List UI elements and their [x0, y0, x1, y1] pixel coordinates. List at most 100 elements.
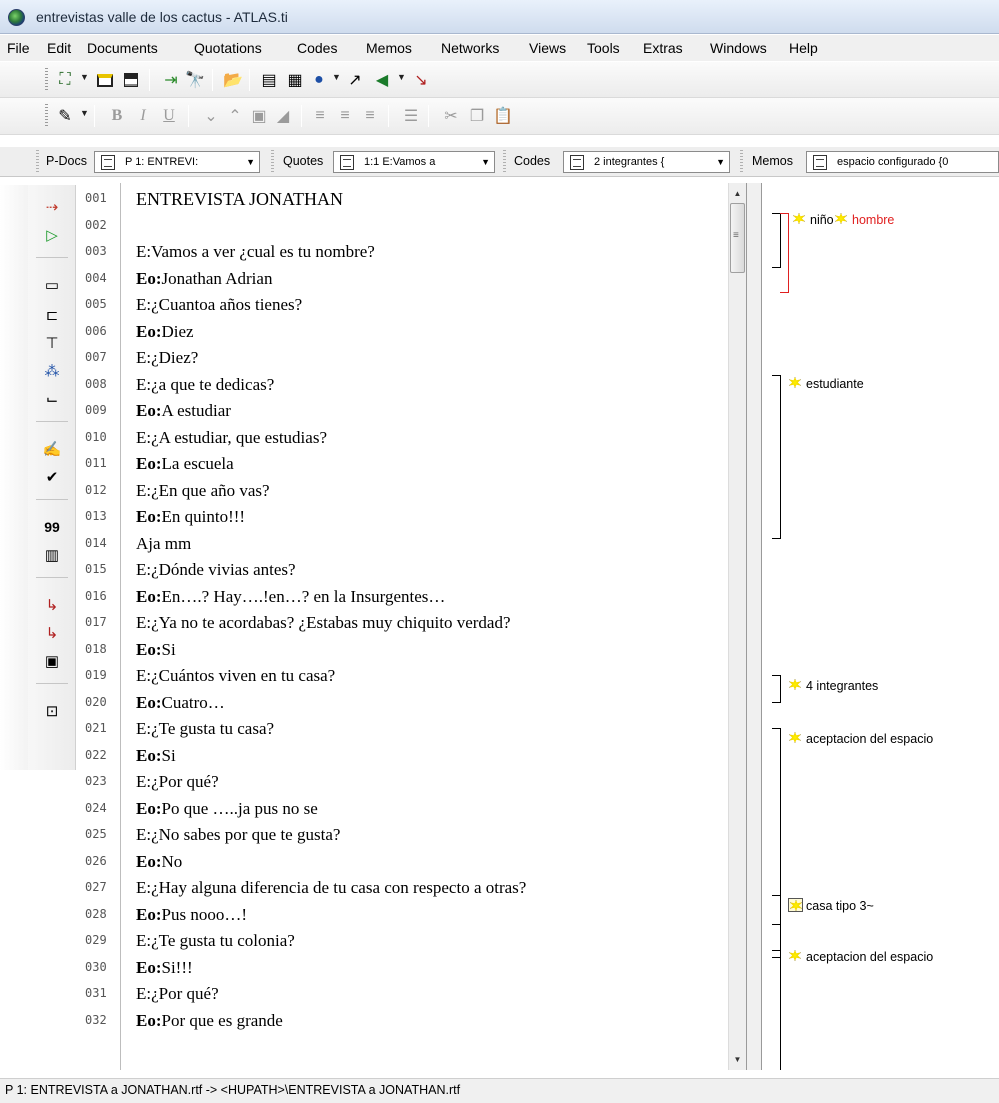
globe-dropdown-icon[interactable]: ▼	[332, 72, 341, 82]
italic-button[interactable]: I	[132, 105, 154, 127]
code-hombre[interactable]: hombre	[834, 212, 894, 227]
scroll-up-icon[interactable]: ▲	[729, 185, 746, 202]
menu-help[interactable]: Help	[789, 40, 818, 56]
paste-icon[interactable]: 📋	[492, 105, 514, 127]
new-hu-dropdown-icon[interactable]: ▼	[80, 72, 89, 82]
quotation-bracket[interactable]	[772, 675, 781, 703]
chevron-down-icon[interactable]: ⌄	[200, 105, 222, 127]
memos-dropdown[interactable]: espacio configurado {0	[806, 151, 999, 173]
document-line[interactable]: Eo:La escuela	[136, 454, 234, 474]
document-line[interactable]: E:¿Cuántos viven en tu casa?	[136, 666, 335, 686]
back-arrow-icon[interactable]: ◀	[371, 69, 393, 91]
menu-networks[interactable]: Networks	[441, 40, 499, 56]
code-nino[interactable]: niño	[792, 212, 834, 227]
code-list-icon[interactable]: ⊏	[42, 305, 62, 325]
chevron-up-icon[interactable]: ⌃	[224, 105, 246, 127]
menu-codes[interactable]: Codes	[297, 40, 337, 56]
document-line[interactable]: E:¿No sabes por que te gusta?	[136, 825, 340, 845]
code-aceptacion-del-espacio[interactable]: aceptacion del espacio	[788, 949, 933, 964]
document-line[interactable]: E:¿Dónde vivias antes?	[136, 560, 296, 580]
fit-icon[interactable]: ⊡	[42, 701, 62, 721]
code-4-integrantes[interactable]: 4 integrantes	[788, 678, 878, 693]
document-line[interactable]: Aja mm	[136, 534, 191, 554]
quotation-bracket[interactable]	[772, 375, 781, 539]
open-folder-icon[interactable]: 📂	[222, 69, 244, 91]
menu-documents[interactable]: Documents	[87, 40, 158, 56]
image-icon[interactable]: ▣	[248, 105, 270, 127]
document-line[interactable]: E:¿Diez?	[136, 348, 198, 368]
document-line[interactable]: E:¿a que te dedicas?	[136, 375, 274, 395]
unlink-code-icon[interactable]: ↳	[42, 623, 62, 643]
document-line[interactable]: Eo:Jonathan Adrian	[136, 269, 272, 289]
search-icon[interactable]: 🔭	[184, 69, 206, 91]
document-line[interactable]: E:Vamos a ver ¿cual es tu nombre?	[136, 242, 375, 262]
document-line[interactable]: Eo:Si	[136, 640, 176, 660]
menu-memos[interactable]: Memos	[366, 40, 412, 56]
pdocs-dropdown[interactable]: P 1: ENTREVI: ▼	[94, 151, 260, 173]
document-line[interactable]: E:¿En que año vas?	[136, 481, 270, 501]
document-text-pane[interactable]: ENTREVISTA JONATHAN E:Vamos a ver ¿cual e…	[121, 183, 728, 1070]
code-aceptacion-del-espacio[interactable]: aceptacion del espacio	[788, 731, 933, 746]
document-line[interactable]: Eo:No	[136, 852, 182, 872]
toolbar-grip[interactable]	[45, 104, 48, 128]
menu-quotations[interactable]: Quotations	[194, 40, 262, 56]
underline-button[interactable]: U	[158, 105, 180, 127]
document-line[interactable]: E:¿A estudiar, que estudias?	[136, 428, 327, 448]
menu-edit[interactable]: Edit	[47, 40, 71, 56]
align-left-icon[interactable]: ≡	[309, 105, 331, 127]
copy-icon[interactable]: ❐	[466, 105, 488, 127]
document-line[interactable]: Eo:En quinto!!!	[136, 507, 245, 527]
link-code-icon[interactable]: ↳	[42, 595, 62, 615]
quotation-bracket[interactable]	[772, 950, 781, 1070]
highlight-icon[interactable]: ✍	[42, 439, 62, 459]
document-line[interactable]: Eo:Si	[136, 746, 176, 766]
pane-splitter[interactable]	[746, 183, 762, 1070]
document-line[interactable]: Eo:Pus nooo…!	[136, 905, 247, 925]
document-line[interactable]: E:¿Hay alguna diferencia de tu casa con …	[136, 878, 526, 898]
menu-views[interactable]: Views	[529, 40, 566, 56]
align-right-icon[interactable]: ≡	[359, 105, 381, 127]
menu-extras[interactable]: Extras	[643, 40, 683, 56]
toolbar-grip[interactable]	[45, 68, 48, 92]
window-icon[interactable]	[94, 69, 116, 91]
grid-icon[interactable]: ▥	[42, 545, 62, 565]
menu-tools[interactable]: Tools	[587, 40, 620, 56]
document-line[interactable]: E:¿Por qué?	[136, 772, 219, 792]
new-hu-icon[interactable]: ⛶	[54, 69, 76, 91]
code-estudiante[interactable]: estudiante	[788, 376, 864, 391]
document-line[interactable]: Eo:Si!!!	[136, 958, 193, 978]
create-quotation-icon[interactable]: ⇢	[42, 197, 62, 217]
eraser-icon[interactable]: ◢	[272, 105, 294, 127]
document-line[interactable]: E:¿Por qué?	[136, 984, 219, 1004]
properties-icon[interactable]: ▤	[258, 69, 280, 91]
link-icon[interactable]: ⌙	[42, 389, 62, 409]
document-line[interactable]: Eo:A estudiar	[136, 401, 231, 421]
scroll-thumb[interactable]	[730, 203, 745, 273]
check-icon[interactable]: ✔	[42, 467, 62, 487]
document-line[interactable]: ENTREVISTA JONATHAN	[136, 189, 343, 210]
pen-icon[interactable]: ✎	[54, 105, 76, 127]
menu-windows[interactable]: Windows	[710, 40, 767, 56]
frame-icon[interactable]: ▣	[42, 651, 62, 671]
vertical-scrollbar[interactable]: ▲ ▼	[728, 183, 746, 1070]
document-line[interactable]: Eo:Por que es grande	[136, 1011, 283, 1031]
quotes-dropdown[interactable]: 1:1 E:Vamos a ▼	[333, 151, 495, 173]
document-line[interactable]: Eo:Po que …..ja pus no se	[136, 799, 318, 819]
document-line[interactable]: Eo:Cuatro…	[136, 693, 225, 713]
align-center-icon[interactable]: ≡	[334, 105, 356, 127]
save-icon[interactable]	[120, 69, 142, 91]
pen-dropdown-icon[interactable]: ▼	[80, 108, 89, 118]
hammer-icon[interactable]: ↗	[344, 69, 366, 91]
list-icon[interactable]: ▦	[284, 69, 306, 91]
quote-count-icon[interactable]: 99	[42, 517, 62, 537]
wand-icon[interactable]: ↘	[410, 69, 432, 91]
codes-dropdown[interactable]: 2 integrantes { ▼	[563, 151, 730, 173]
menu-file[interactable]: File	[7, 40, 30, 56]
bold-button[interactable]: B	[106, 105, 128, 127]
quotation-bracket[interactable]	[780, 213, 789, 293]
document-line[interactable]: E:¿Ya no te acordabas? ¿Estabas muy chiq…	[136, 613, 511, 633]
globe-icon[interactable]: ●	[308, 69, 330, 91]
network-icon[interactable]: ⁂	[42, 361, 62, 381]
cut-icon[interactable]: ✂	[440, 105, 462, 127]
code-tree-icon[interactable]: ⊤	[42, 333, 62, 353]
